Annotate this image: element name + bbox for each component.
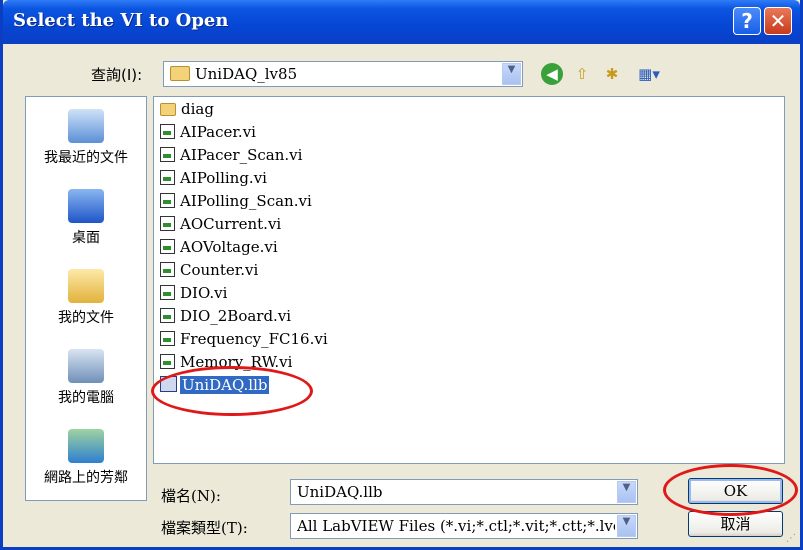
- annotation-ellipse-file: [151, 366, 313, 416]
- place-network[interactable]: 網路上的芳鄰: [26, 429, 146, 487]
- filetype-value: All LabVIEW Files (*.vi;*.ctl;*.vit;*.ct…: [297, 517, 615, 535]
- list-item[interactable]: AOCurrent.vi: [160, 215, 281, 237]
- window-title: Select the VI to Open: [13, 10, 229, 31]
- place-recent-documents[interactable]: 我最近的文件: [26, 109, 146, 167]
- list-item[interactable]: DIO_2Board.vi: [160, 307, 291, 329]
- vi-file-icon: [160, 170, 175, 185]
- vi-file-icon: [160, 124, 175, 139]
- view-menu-icon[interactable]: ▦▾: [633, 63, 665, 85]
- my-documents-icon: [68, 269, 104, 303]
- list-item[interactable]: Frequency_FC16.vi: [160, 330, 328, 352]
- network-icon: [68, 429, 104, 463]
- places-bar: 我最近的文件 桌面 我的文件 我的電腦 網路上的芳鄰: [25, 96, 147, 501]
- recent-documents-icon: [68, 109, 104, 143]
- vi-file-icon: [160, 216, 175, 231]
- place-my-computer[interactable]: 我的電腦: [26, 349, 146, 407]
- vi-file-icon: [160, 331, 175, 346]
- list-item[interactable]: AOVoltage.vi: [160, 238, 278, 260]
- up-folder-icon[interactable]: ⇧: [571, 63, 593, 85]
- list-item[interactable]: diag: [160, 100, 214, 122]
- folder-icon: [160, 103, 176, 116]
- vi-file-icon: [160, 239, 175, 254]
- annotation-ellipse-ok: [663, 464, 798, 516]
- look-in-value: UniDAQ_lv85: [195, 65, 298, 83]
- look-in-dropdown[interactable]: UniDAQ_lv85 ▼: [163, 61, 523, 87]
- my-computer-icon: [68, 349, 104, 383]
- filetype-label: 檔案類型(T):: [161, 519, 248, 537]
- vi-file-icon: [160, 262, 175, 277]
- list-item[interactable]: AIPacer_Scan.vi: [160, 146, 302, 168]
- list-item[interactable]: Counter.vi: [160, 261, 258, 283]
- filename-field[interactable]: UniDAQ.llb ▼: [290, 479, 638, 505]
- title-bar[interactable]: Select the VI to Open ? ✕: [3, 0, 800, 44]
- back-icon[interactable]: ◀: [541, 63, 563, 85]
- resize-grip[interactable]: ⋰: [786, 533, 796, 544]
- vi-file-icon: [160, 147, 175, 162]
- list-item[interactable]: AIPolling_Scan.vi: [160, 192, 312, 214]
- folder-icon: [170, 66, 190, 81]
- vi-file-icon: [160, 308, 175, 323]
- list-item[interactable]: AIPacer.vi: [160, 123, 256, 145]
- place-desktop[interactable]: 桌面: [26, 189, 146, 247]
- filetype-dropdown[interactable]: All LabVIEW Files (*.vi;*.ctl;*.vit;*.ct…: [290, 513, 638, 539]
- filename-label: 檔名(N):: [161, 487, 221, 505]
- filename-value: UniDAQ.llb: [297, 483, 383, 501]
- vi-file-icon: [160, 285, 175, 300]
- vi-file-icon: [160, 354, 175, 369]
- vi-file-icon: [160, 193, 175, 208]
- list-item[interactable]: DIO.vi: [160, 284, 227, 306]
- chevron-down-icon[interactable]: ▼: [617, 481, 636, 503]
- close-button[interactable]: ✕: [764, 7, 792, 35]
- chevron-down-icon[interactable]: ▼: [502, 63, 521, 85]
- place-my-documents[interactable]: 我的文件: [26, 269, 146, 327]
- new-folder-icon[interactable]: ✱: [601, 63, 623, 85]
- desktop-icon: [68, 189, 104, 223]
- help-button[interactable]: ?: [733, 7, 761, 35]
- list-item[interactable]: AIPolling.vi: [160, 169, 267, 191]
- chevron-down-icon[interactable]: ▼: [617, 515, 636, 537]
- look-in-label: 查詢(I):: [91, 66, 143, 84]
- open-vi-dialog: Select the VI to Open ? ✕ 查詢(I): UniDAQ_…: [0, 0, 803, 550]
